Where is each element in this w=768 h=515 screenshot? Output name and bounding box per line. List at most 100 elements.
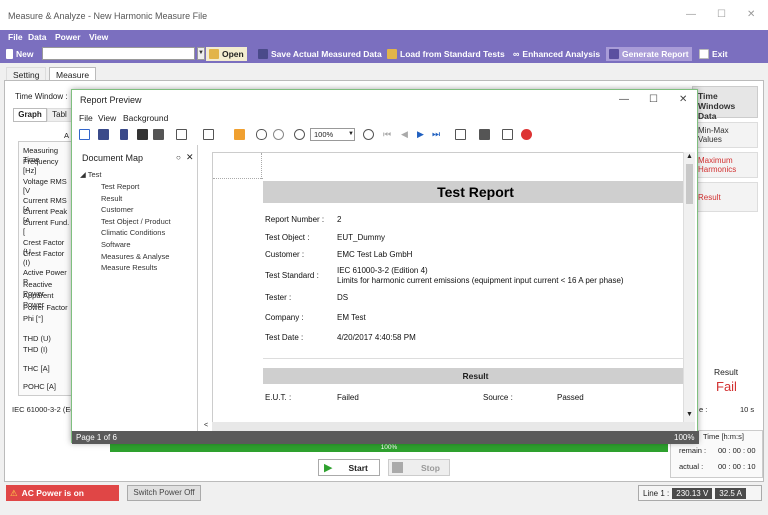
page-icon[interactable]: [120, 129, 128, 140]
tree-item[interactable]: Software: [101, 240, 131, 249]
tree-item[interactable]: Result: [101, 194, 122, 203]
expand-icon[interactable]: ◢: [80, 170, 86, 179]
tree-root[interactable]: ◢ Test: [80, 170, 102, 179]
result-button[interactable]: Result: [692, 182, 758, 212]
zoom-out-icon[interactable]: [294, 129, 305, 140]
minmax-button[interactable]: Min-Max Values: [692, 122, 758, 148]
email-icon[interactable]: [203, 129, 214, 140]
row-label: POHC [A]: [23, 382, 56, 391]
hand-icon[interactable]: [256, 129, 267, 140]
standard-label: IEC 61000-3-2 (Edi: [12, 405, 77, 414]
menu-file[interactable]: File: [8, 32, 23, 42]
filename-input[interactable]: [42, 47, 195, 60]
line-label: Line 1 :: [643, 488, 670, 498]
folder-icon: [209, 49, 219, 59]
field-label: Tester :: [265, 293, 292, 302]
zoom-dropdown-icon[interactable]: ▼: [348, 131, 354, 137]
open-button[interactable]: Open: [206, 47, 247, 61]
switch-power-button[interactable]: Switch Power Off: [127, 485, 201, 501]
save-icon: [258, 49, 268, 59]
multi-page-icon[interactable]: [455, 129, 466, 140]
scroll-up-icon[interactable]: ▲: [686, 153, 693, 160]
dialog-close-icon[interactable]: ✕: [679, 94, 687, 105]
filename-dropdown[interactable]: ▼: [197, 47, 205, 60]
export-icon[interactable]: [176, 129, 187, 140]
first-page-icon[interactable]: ⏮: [383, 129, 391, 140]
tree-item[interactable]: Customer: [101, 205, 134, 214]
time-windows-button[interactable]: Time Windows Data: [692, 86, 758, 121]
print-icon[interactable]: [137, 129, 148, 140]
tab-measure[interactable]: Measure: [49, 67, 97, 81]
tree-item[interactable]: Climatic Conditions: [101, 228, 165, 237]
dialog-maximize-icon[interactable]: ☐: [649, 94, 658, 105]
docmap-close-icon[interactable]: ✕: [186, 152, 194, 163]
divider: [263, 358, 688, 359]
tree-item[interactable]: Test Object / Product: [101, 217, 171, 226]
new-label: New: [16, 49, 34, 59]
tree-item[interactable]: Measures & Analyse: [101, 252, 169, 261]
scroll-thumb[interactable]: [686, 164, 693, 204]
dialog-menu-view[interactable]: View: [98, 113, 116, 123]
stop-button[interactable]: Stop: [388, 459, 450, 476]
prev-page-icon[interactable]: ◀: [401, 129, 408, 140]
dialog-minimize-icon[interactable]: —: [619, 94, 629, 105]
tree-item[interactable]: Measure Results: [101, 263, 157, 272]
current-readout: 32.5 A: [715, 487, 746, 499]
window-title: Measure & Analyze - New Harmonic Measure…: [8, 11, 208, 21]
field-label: Company :: [265, 313, 304, 322]
eut-label: E.U.T. :: [265, 393, 292, 402]
dialog-menu-file[interactable]: File: [79, 113, 93, 123]
document-map-title: Document Map: [82, 153, 144, 163]
save-actual-label: Save Actual Measured Data: [271, 49, 382, 59]
vertical-scrollbar[interactable]: ▲ ▼: [683, 152, 695, 423]
dialog-menu-background[interactable]: Background: [123, 113, 168, 123]
next-page-icon[interactable]: ▶: [417, 129, 424, 140]
field-label: Customer :: [265, 250, 305, 259]
menu-view[interactable]: View: [89, 32, 108, 42]
subtab-table[interactable]: Tabl: [47, 108, 72, 122]
save-actual-button[interactable]: Save Actual Measured Data: [258, 47, 382, 61]
load-standard-button[interactable]: Load from Standard Tests: [387, 47, 505, 61]
background-icon[interactable]: [234, 129, 245, 140]
subtab-graph[interactable]: Graph: [13, 108, 47, 122]
field-label: Report Number :: [265, 215, 325, 224]
menu-data[interactable]: Data: [28, 32, 46, 42]
pin-icon[interactable]: ○: [176, 153, 181, 162]
actual-label: actual :: [679, 462, 704, 471]
enhanced-analysis-label: Enhanced Analysis: [522, 49, 601, 59]
generate-report-label: Generate Report: [622, 49, 689, 59]
menu-power[interactable]: Power: [55, 32, 81, 42]
page-indicator: Page 1 of 6: [76, 433, 117, 442]
play-icon: ▶: [324, 462, 333, 474]
stop-icon[interactable]: [521, 129, 532, 140]
last-page-icon[interactable]: ⏭: [432, 129, 440, 140]
scroll-down-icon[interactable]: ▼: [686, 411, 693, 418]
maximize-icon[interactable]: ☐: [717, 9, 726, 20]
field-value: 2: [337, 215, 342, 224]
main-titlebar: Measure & Analyze - New Harmonic Measure…: [0, 0, 768, 30]
line-status: Line 1 : 230.13 V 32.5 A: [638, 485, 762, 501]
field-value: EUT_Dummy: [337, 233, 386, 242]
scroll-left-icon[interactable]: <: [204, 422, 208, 429]
close-icon[interactable]: ✕: [747, 9, 755, 20]
field-label: Test Date :: [265, 333, 304, 342]
new-button[interactable]: New: [6, 47, 33, 61]
highlight-icon[interactable]: [479, 129, 490, 140]
quick-print-icon[interactable]: [153, 129, 164, 140]
minimize-icon[interactable]: —: [686, 9, 696, 20]
stop-label: Stop: [421, 462, 440, 473]
exit-button[interactable]: Exit: [699, 47, 728, 61]
start-button[interactable]: ▶ Start: [318, 459, 380, 476]
generate-report-button[interactable]: Generate Report: [606, 47, 692, 61]
edit-icon[interactable]: [79, 129, 90, 140]
row-label: THD (I): [23, 345, 48, 354]
tree-item[interactable]: Test Report: [101, 182, 139, 191]
max-harmonics-button[interactable]: Maximum Harmonics: [692, 152, 758, 178]
field-value: DS: [337, 293, 349, 302]
save-icon[interactable]: [98, 129, 109, 140]
enhanced-analysis-button[interactable]: ∞ Enhanced Analysis: [513, 47, 600, 61]
zoom-in-icon[interactable]: [363, 129, 374, 140]
magnifier-icon[interactable]: [273, 129, 284, 140]
document-icon[interactable]: [502, 129, 513, 140]
tab-setting[interactable]: Setting: [6, 67, 47, 81]
